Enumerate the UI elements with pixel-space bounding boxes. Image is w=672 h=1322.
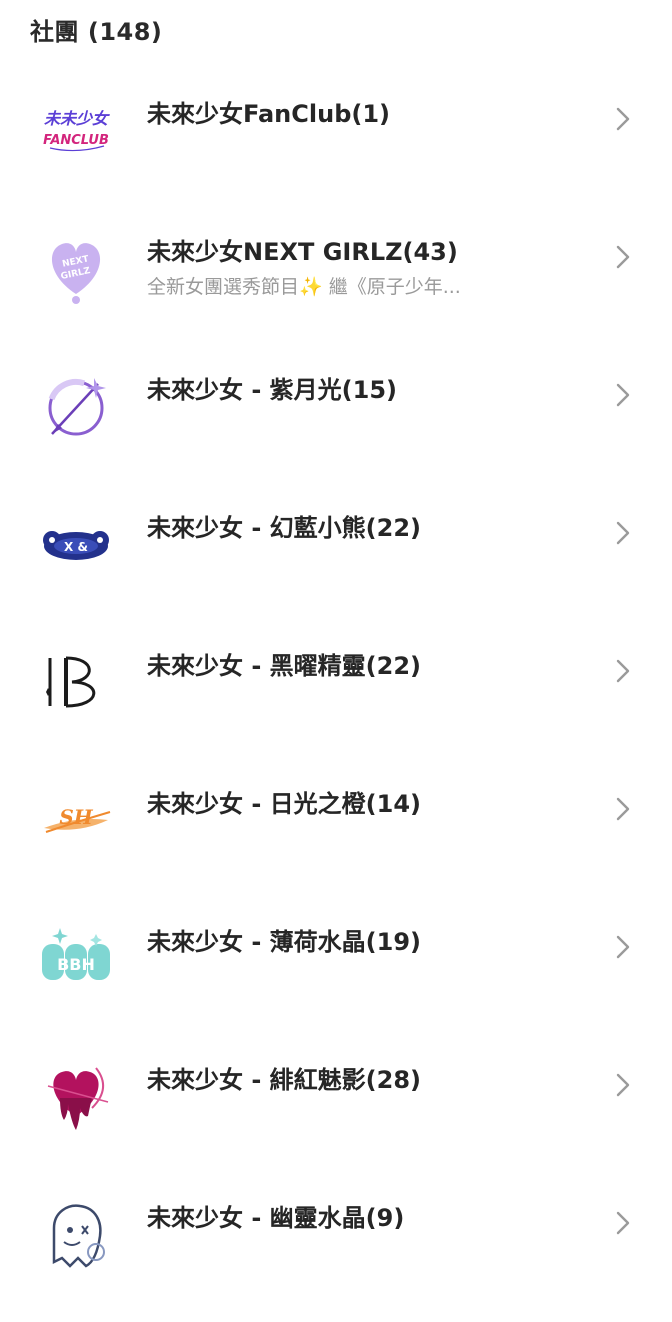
group-row-next-girlz[interactable]: NEXT GIRLZ 未來少女NEXT GIRLZ(43) 全新女團選秀節目✨ … [0,218,672,356]
group-description: 全新女團選秀節目✨ 繼《原子少年... [147,276,461,298]
group-title: 未來少女 - 日光之橙(14) [147,790,422,818]
crimson-phantom-logo-icon [38,1058,114,1134]
group-row-ghost-crystal[interactable]: 未來少女 - 幽靈水晶(9) [0,1184,672,1322]
blue-bear-logo-icon: X & [38,506,114,582]
chevron-right-icon [610,382,636,408]
group-title: 未來少女 - 緋紅魅影(28) [147,1066,422,1094]
group-row-purple-moon[interactable]: 未來少女 - 紫月光(15) [0,356,672,494]
chevron-right-icon [610,934,636,960]
svg-text:未未少女: 未未少女 [44,109,110,128]
mint-crystal-logo-icon: BBH [38,920,114,996]
group-title: 未來少女FanClub(1) [147,100,391,128]
group-title: 未來少女NEXT GIRLZ(43) [147,238,458,266]
group-row-obsidian-elf[interactable]: 未來少女 - 黑曜精靈(22) [0,632,672,770]
chevron-right-icon [610,1210,636,1236]
group-title: 未來少女 - 黑曜精靈(22) [147,652,422,680]
group-row-sunlight-orange[interactable]: SH 未來少女 - 日光之橙(14) [0,770,672,908]
group-title: 未來少女 - 薄荷水晶(19) [147,928,422,956]
svg-text:FANCLUB: FANCLUB [43,133,109,148]
group-row-mint-crystal[interactable]: BBH 未來少女 - 薄荷水晶(19) [0,908,672,1046]
purple-moon-logo-icon [38,368,114,444]
next-girlz-heart-logo-icon: NEXT GIRLZ [38,230,114,306]
group-row-fanclub[interactable]: 未未少女 FANCLUB 未來少女FanClub(1) [0,80,672,218]
chevron-right-icon [610,244,636,270]
group-title: 未來少女 - 幻藍小熊(22) [147,514,422,542]
obsidian-elf-logo-icon [38,644,114,720]
chevron-right-icon [610,106,636,132]
chevron-right-icon [610,658,636,684]
svg-text:BBH: BBH [57,955,95,974]
chevron-right-icon [610,796,636,822]
group-title: 未來少女 - 紫月光(15) [147,376,398,404]
sunlight-orange-logo-icon: SH [38,782,114,858]
ghost-crystal-logo-icon [38,1196,114,1272]
section-title: 社團 (148) [30,18,163,46]
group-title: 未來少女 - 幽靈水晶(9) [147,1204,405,1232]
group-row-blue-bear[interactable]: X & 未來少女 - 幻藍小熊(22) [0,494,672,632]
chevron-right-icon [610,1072,636,1098]
chevron-right-icon [610,520,636,546]
fanclub-logo-icon: 未未少女 FANCLUB [38,92,114,168]
group-row-crimson-phantom[interactable]: 未來少女 - 緋紅魅影(28) [0,1046,672,1184]
svg-text:X &: X & [64,540,88,554]
